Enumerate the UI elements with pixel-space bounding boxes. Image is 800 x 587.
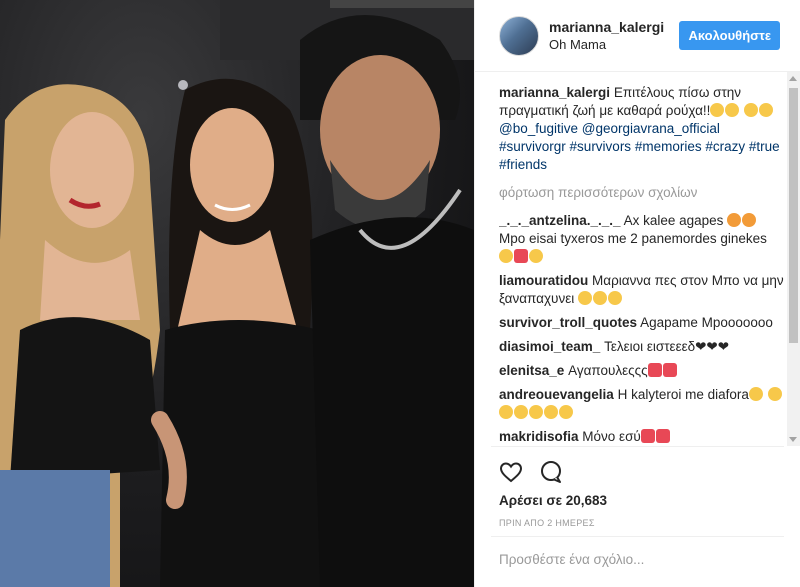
hand-emoji-icon [499, 405, 513, 419]
smile-emoji-icon [559, 405, 573, 419]
comment-username[interactable]: liamouratidou [499, 273, 588, 288]
mention-link[interactable]: @georgiavrana_official [582, 121, 720, 136]
header-username[interactable]: marianna_kalergi [549, 18, 679, 36]
post-actions [499, 460, 563, 484]
comment-text: Ax kalee agapes [623, 213, 724, 228]
comment-item: elenitsa_e Αγαπουλεςςς [499, 362, 784, 380]
load-more-comments-link[interactable]: φόρτωση περισσότερων σχολίων [499, 184, 784, 202]
heart-icon[interactable] [499, 460, 523, 484]
crying-laughing-emoji-icon [759, 103, 774, 117]
post-sidebar: marianna_kalergi Oh Mama Ακολουθήστε mar… [474, 0, 800, 587]
hashtag-link[interactable]: #crazy [705, 139, 745, 154]
comment-text: Τελειοι ειστεεεδ [604, 339, 696, 354]
comment-icon[interactable] [539, 460, 563, 484]
photo-illustration [0, 0, 474, 587]
avatar[interactable] [499, 15, 539, 56]
comment-item: survivor_troll_quotes Agapame Mpooooooo [499, 314, 784, 332]
divider [491, 446, 784, 447]
comment-item: liamouratidou Μαριαννα πες στον Μπο να μ… [499, 272, 784, 308]
comment-text: Agapame Mpooooooo [640, 315, 773, 330]
comment-username[interactable]: survivor_troll_quotes [499, 315, 637, 330]
smile-emoji-icon [577, 291, 592, 305]
caption-username[interactable]: marianna_kalergi [499, 85, 610, 100]
hashtag-link[interactable]: #survivors [570, 139, 632, 154]
comment-username[interactable]: _._._antzelina._._._ [499, 213, 621, 228]
crying-laughing-emoji-icon [710, 103, 725, 117]
comment-username[interactable]: elenitsa_e [499, 363, 564, 378]
caption: marianna_kalergi Επιτέλους πίσω στην πρα… [499, 84, 784, 174]
comment-text: Mpo eisai tyxeros me 2 panemordes gineke… [499, 231, 767, 246]
heart-emoji-icon [662, 363, 677, 377]
post-header: marianna_kalergi Oh Mama Ακολουθήστε [475, 0, 800, 72]
comment-username[interactable]: makridisofia [499, 429, 579, 444]
post-photo[interactable] [0, 0, 474, 587]
comment-item: andreouevangelia H kalyteroi me diafora [499, 386, 784, 422]
likes-count[interactable]: Αρέσει σε 20,683 [499, 493, 607, 508]
emoji-icon [499, 249, 513, 263]
smile-emoji-icon [514, 405, 528, 419]
heart-emoji-icon [647, 363, 662, 377]
hashtag-link[interactable]: #memories [635, 139, 702, 154]
hand-emoji-icon [767, 387, 782, 401]
comment-username[interactable]: diasimoi_team_ [499, 339, 600, 354]
smile-emoji-icon [592, 291, 607, 305]
divider [491, 536, 784, 537]
comment-item: diasimoi_team_ Τελειοι ειστεεεδ❤❤❤ [499, 338, 784, 356]
heart-emoji-icon [655, 429, 670, 443]
crying-laughing-emoji-icon [744, 103, 759, 117]
follow-button[interactable]: Ακολουθήστε [679, 21, 780, 50]
hashtag-link[interactable]: #survivorgr [499, 139, 566, 154]
header-text: marianna_kalergi Oh Mama [549, 18, 679, 54]
scroll-down-icon[interactable] [789, 437, 797, 442]
comment-item: makridisofia Μόνο εσύ [499, 428, 784, 444]
crying-laughing-emoji-icon [725, 103, 740, 117]
comments-list: marianna_kalergi Επιτέλους πίσω στην πρα… [499, 84, 784, 444]
hearts-emoji-icon: ❤❤❤ [695, 339, 730, 354]
comment-text: Μόνο εσύ [582, 429, 641, 444]
hand-emoji-icon [748, 387, 763, 401]
smile-emoji-icon [529, 405, 543, 419]
cat-emoji-icon [727, 213, 742, 227]
smile-emoji-icon [544, 405, 558, 419]
comment-username[interactable]: andreouevangelia [499, 387, 614, 402]
header-location[interactable]: Oh Mama [549, 36, 679, 54]
comments-scrollbar[interactable] [787, 72, 800, 446]
comment-item: _._._antzelina._._._ Ax kalee agapes Mpo… [499, 212, 784, 266]
wink-emoji-icon [607, 291, 622, 305]
scroll-up-icon[interactable] [789, 76, 797, 81]
mention-link[interactable]: @bo_fugitive [499, 121, 578, 136]
emoji-icon [514, 249, 528, 263]
hashtag-link[interactable]: #friends [499, 157, 547, 172]
comment-text: H kalyteroi me diafora [617, 387, 749, 402]
add-comment-input[interactable] [499, 552, 784, 567]
heart-emoji-icon [640, 429, 655, 443]
comment-text: Αγαπουλεςςς [568, 363, 648, 378]
hand-emoji-icon [529, 249, 543, 263]
cat-emoji-icon [742, 213, 757, 227]
hashtag-link[interactable]: #true [749, 139, 780, 154]
post-timestamp: ΠΡΙΝ ΑΠΟ 2 ΗΜΕΡΕΣ [499, 518, 595, 528]
scrollbar-thumb[interactable] [789, 88, 798, 343]
